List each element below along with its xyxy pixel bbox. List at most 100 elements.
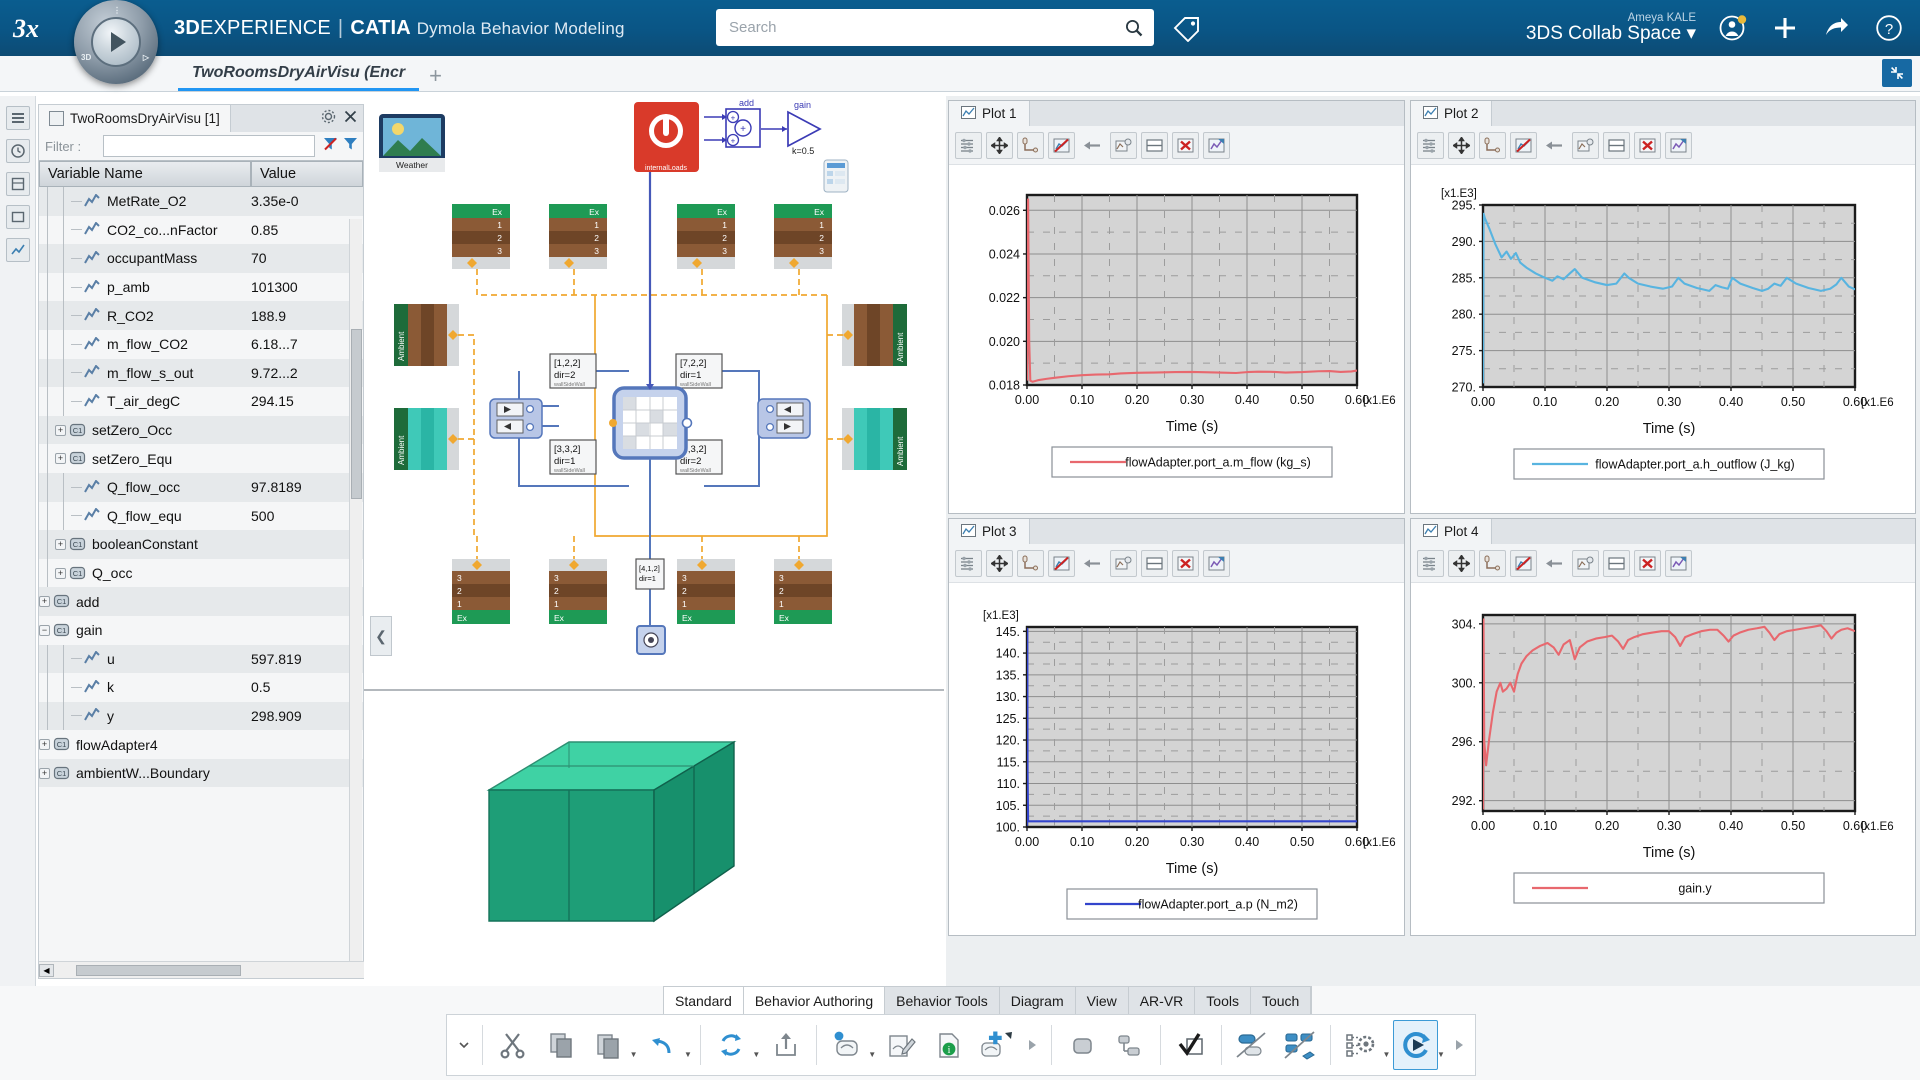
update-icon[interactable] — [709, 1020, 753, 1070]
wall-block-bottom-2[interactable]: 3 2 1 Ex — [549, 559, 607, 624]
variable-row[interactable]: Q_flow_occ 97.8189 — [39, 472, 363, 502]
split-icon[interactable] — [1603, 131, 1630, 159]
room-volume-block[interactable] — [609, 386, 693, 460]
expand-twisty-icon[interactable]: + — [55, 567, 66, 579]
variable-value-cell[interactable]: 70 — [251, 250, 363, 266]
3d-model-view[interactable] — [486, 740, 737, 923]
share-icon[interactable] — [1820, 11, 1854, 45]
variable-list[interactable]: MetRate_O2 3.35e-0 CO2_co...nFactor 0.85 occ… — [39, 187, 363, 939]
plot-panel-2[interactable]: Plot 2 [x1.E3] 270. 275. 280. 285. 290. 295. 0.… — [1410, 100, 1916, 514]
align-icon[interactable] — [1107, 1020, 1151, 1070]
action-tab-diagram[interactable]: Diagram — [1000, 986, 1076, 1015]
split-icon[interactable] — [1141, 549, 1168, 577]
action-tab-touch[interactable]: Touch — [1251, 986, 1312, 1015]
scrollbar-thumb[interactable] — [351, 329, 362, 499]
rail-history-icon[interactable] — [5, 139, 30, 163]
add-icon[interactable] — [1768, 11, 1802, 45]
rail-chart-icon[interactable] — [5, 238, 30, 262]
port-block-1[interactable]: [1,2,2] dir=2 wallSideWall — [549, 353, 597, 389]
variable-row[interactable]: R_CO2 188.9 — [39, 301, 363, 330]
weather-block[interactable]: Weather — [379, 114, 445, 172]
back-arrow-icon[interactable] — [1079, 132, 1106, 159]
collapse-chevron-icon[interactable] — [453, 1020, 474, 1070]
wall-block-group-top[interactable]: Ex 1 2 3 Ex 1 2 3 Ex 1 2 3 Ex 1 2 3 — [452, 204, 832, 269]
variable-row[interactable]: y 298.909 — [39, 701, 363, 731]
wall-block-top-3[interactable]: Ex 1 2 3 — [677, 204, 735, 269]
variable-list-horizontal-scrollbar[interactable]: ◀ — [39, 961, 365, 978]
search-input[interactable] — [716, 9, 1114, 46]
axis-icon[interactable] — [1479, 131, 1506, 159]
action-tab-tools[interactable]: Tools — [1195, 986, 1251, 1015]
export-icon[interactable] — [1665, 549, 1692, 577]
collapse-twisty-icon[interactable]: − — [39, 624, 50, 636]
copy-plot-icon[interactable] — [1110, 131, 1137, 159]
copy-plot-icon[interactable] — [1110, 549, 1137, 577]
left-port-connector[interactable] — [489, 398, 543, 439]
diagram-canvas[interactable]: Weather internalLoads add + + + gain k=0… — [364, 96, 944, 986]
variable-value-cell[interactable]: 6.18...7 — [251, 336, 363, 352]
variable-row[interactable]: + C1 Q_occ — [39, 558, 363, 588]
export-icon[interactable] — [1203, 131, 1230, 159]
action-tab-behavior-authoring[interactable]: Behavior Authoring — [743, 986, 886, 1015]
simulate-dropdown-icon[interactable]: ▼ — [1437, 1050, 1445, 1059]
variable-value-cell[interactable]: 188.9 — [251, 308, 363, 324]
copy-icon[interactable] — [539, 1020, 583, 1070]
variable-row[interactable]: T_air_degC 294.15 — [39, 387, 363, 416]
variable-row[interactable]: m_flow_s_out 9.72...2 — [39, 358, 363, 388]
info-document-icon[interactable]: i — [927, 1020, 971, 1070]
filter-icon[interactable] — [342, 135, 359, 157]
right-port-connector[interactable] — [757, 398, 811, 439]
ambient-block-3[interactable]: Ambient — [842, 304, 907, 366]
undo-dropdown-icon[interactable]: ▼ — [684, 1050, 692, 1059]
split-icon[interactable] — [1141, 131, 1168, 159]
more-arrow-icon[interactable] — [1448, 1020, 1469, 1070]
wall-block-bottom-4[interactable]: 3 2 1 Ex — [774, 559, 832, 624]
variable-value-cell[interactable]: 0.85 — [251, 222, 363, 238]
export-icon[interactable] — [1665, 131, 1692, 159]
chevron-down-icon[interactable]: ▾ — [1686, 23, 1696, 44]
delete-icon[interactable] — [1634, 549, 1661, 577]
internal-loads-block[interactable]: internalLoads — [634, 102, 699, 172]
action-tab-behavior-tools[interactable]: Behavior Tools — [885, 986, 1000, 1015]
undo-icon[interactable] — [641, 1020, 685, 1070]
copy-plot-icon[interactable] — [1572, 549, 1599, 577]
check-icon[interactable] — [1169, 1020, 1213, 1070]
disconnect-icon[interactable] — [1230, 1020, 1274, 1070]
variable-row[interactable]: m_flow_CO2 6.18...7 — [39, 329, 363, 359]
variable-row[interactable]: Q_flow_equ 500 — [39, 501, 363, 531]
close-icon[interactable] — [344, 110, 357, 128]
add-behavior-icon[interactable] — [974, 1020, 1018, 1070]
user-account-icon[interactable] — [1716, 11, 1750, 45]
back-arrow-icon[interactable] — [1541, 550, 1568, 577]
variable-row[interactable]: occupantMass 70 — [39, 244, 363, 273]
variable-value-cell[interactable]: 3.35e-0 — [251, 193, 363, 209]
variable-list-vertical-scrollbar[interactable] — [349, 219, 362, 971]
canvas-collapse-handle[interactable]: ❮ — [370, 616, 392, 656]
collab-space-selector[interactable]: 3DS Collab Space ▾ — [1526, 24, 1696, 44]
rail-window-icon[interactable] — [5, 205, 30, 229]
plot-3-tab[interactable]: Plot 3 — [949, 519, 1030, 544]
variable-row[interactable]: + C1 ambientW...Boundary — [39, 758, 363, 788]
variable-row[interactable]: + C1 booleanConstant — [39, 530, 363, 559]
search-icon[interactable] — [1114, 18, 1154, 38]
port-block-3[interactable]: [3,3,2] dir=1 wallSideWall — [549, 439, 597, 475]
variable-row[interactable]: − C1 gain — [39, 615, 363, 645]
variable-row[interactable]: + C1 flowAdapter4 — [39, 730, 363, 759]
variable-value-cell[interactable]: 9.72...2 — [251, 365, 363, 381]
variable-panel-tab[interactable]: TwoRoomsDryAirVisu [1] — [39, 105, 231, 132]
cut-icon[interactable] — [491, 1020, 535, 1070]
export-icon[interactable] — [763, 1020, 807, 1070]
scroll-left-arrow-icon[interactable]: ◀ — [39, 963, 54, 977]
action-tab-standard[interactable]: Standard — [664, 986, 744, 1015]
wall-block-top-1[interactable]: Ex 1 2 3 — [452, 204, 510, 269]
axis-icon[interactable] — [1017, 131, 1044, 159]
more-behavior-arrow-icon[interactable] — [1022, 1020, 1043, 1070]
variable-value-cell[interactable]: 597.819 — [251, 651, 363, 667]
paste-icon[interactable] — [586, 1020, 630, 1070]
back-arrow-icon[interactable] — [1079, 550, 1106, 577]
rail-table-icon[interactable] — [5, 172, 30, 196]
expand-twisty-icon[interactable]: + — [55, 538, 66, 550]
rail-list-icon[interactable] — [5, 106, 30, 130]
expand-twisty-icon[interactable]: + — [39, 596, 50, 608]
plot-2-tab[interactable]: Plot 2 — [1411, 101, 1492, 126]
